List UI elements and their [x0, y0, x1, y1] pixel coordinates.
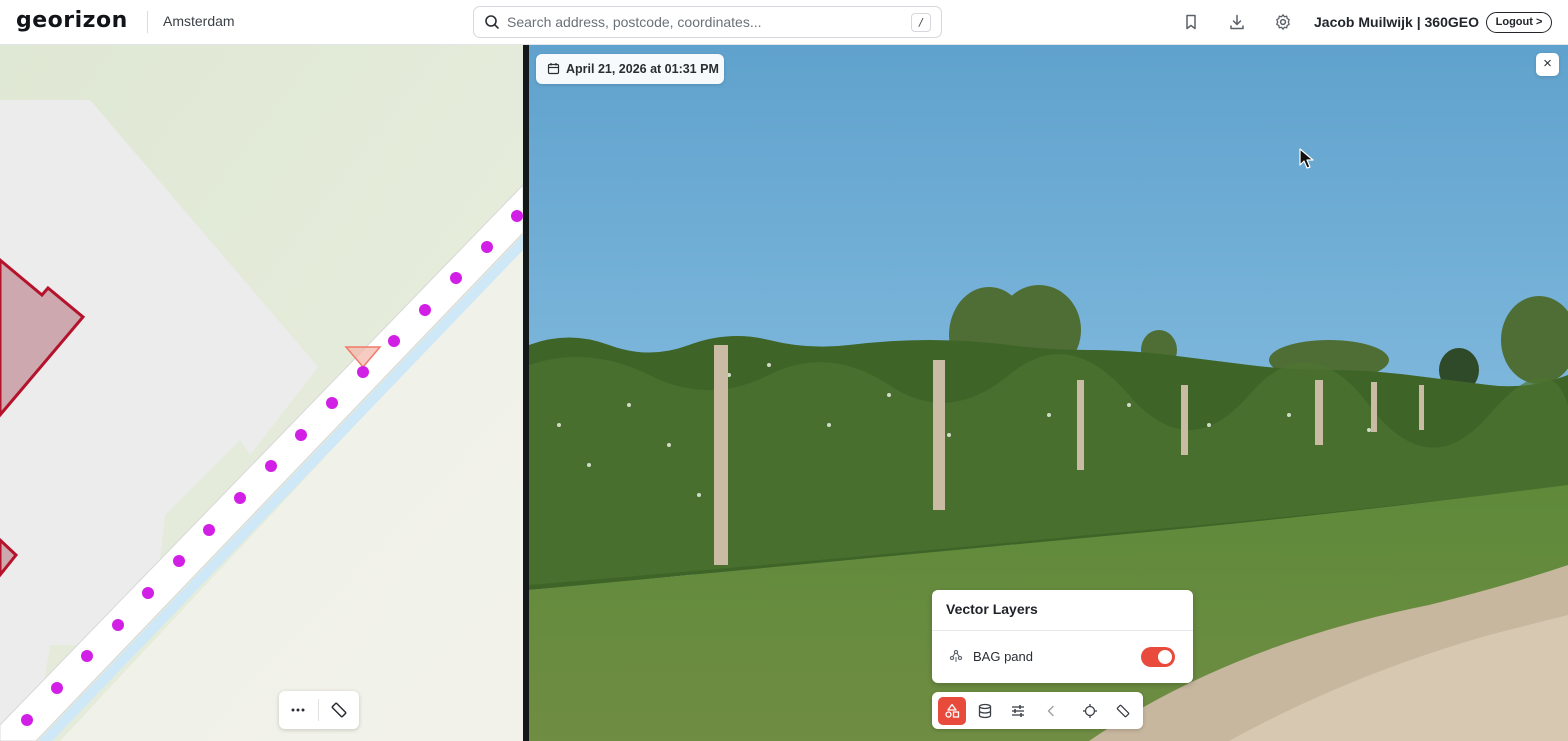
measure-button[interactable] [1109, 697, 1137, 725]
chevron-left-icon [1047, 705, 1054, 717]
adjustments-button[interactable] [1004, 697, 1032, 725]
layer-label: BAG pand [973, 649, 1033, 664]
vector-shape-icon [949, 649, 963, 662]
user-name: Jacob Muilwijk | 360GEO [1314, 14, 1479, 30]
top-bar: georizon Amsterdam / Jacob Muilwijk | 36… [0, 0, 1568, 45]
layer-toggle[interactable] [1141, 647, 1175, 667]
map-view[interactable] [0, 45, 523, 741]
search-shortcut-hint: / [911, 13, 931, 32]
layers-shapes-button[interactable] [938, 697, 966, 725]
search-input[interactable] [507, 11, 897, 33]
locate-button[interactable] [1076, 697, 1104, 725]
layers-shapes-icon [945, 703, 960, 718]
measure-icon[interactable] [329, 700, 349, 720]
settings-icon[interactable] [1274, 13, 1292, 31]
layer-item-bag-pand[interactable]: BAG pand [932, 631, 1193, 683]
ruler-icon [1116, 704, 1130, 718]
vector-layers-panel: Vector Layers BAG pand [932, 590, 1193, 683]
divider [147, 11, 148, 33]
capture-date: April 21, 2026 at 01:31 PM [566, 62, 719, 76]
current-city[interactable]: Amsterdam [163, 13, 235, 29]
panorama-toolbar [932, 692, 1143, 729]
close-button[interactable]: × [1536, 53, 1559, 76]
search-icon [485, 15, 499, 29]
map-toolbar [279, 691, 359, 729]
sliders-icon [1012, 705, 1024, 717]
crosshair-icon [1083, 704, 1097, 718]
more-icon[interactable] [288, 700, 308, 720]
panel-title: Vector Layers [946, 601, 1038, 617]
capture-date-chip[interactable]: April 21, 2026 at 01:31 PM [536, 54, 724, 84]
previous-button[interactable] [1037, 697, 1065, 725]
search-box[interactable]: / [473, 6, 942, 38]
map-canvas[interactable] [0, 45, 523, 741]
database-icon [978, 703, 992, 719]
bookmark-icon[interactable] [1182, 13, 1200, 31]
street-view-panorama[interactable]: April 21, 2026 at 01:31 PM × Vector Laye… [529, 45, 1568, 741]
calendar-icon [547, 63, 560, 75]
logout-button[interactable]: Logout > [1486, 12, 1552, 33]
download-icon[interactable] [1228, 13, 1246, 31]
toolbar-divider [318, 699, 319, 721]
database-button[interactable] [971, 697, 999, 725]
mouse-cursor-icon [1299, 148, 1314, 169]
logo[interactable]: georizon [16, 8, 128, 33]
toggle-knob [1158, 650, 1172, 664]
